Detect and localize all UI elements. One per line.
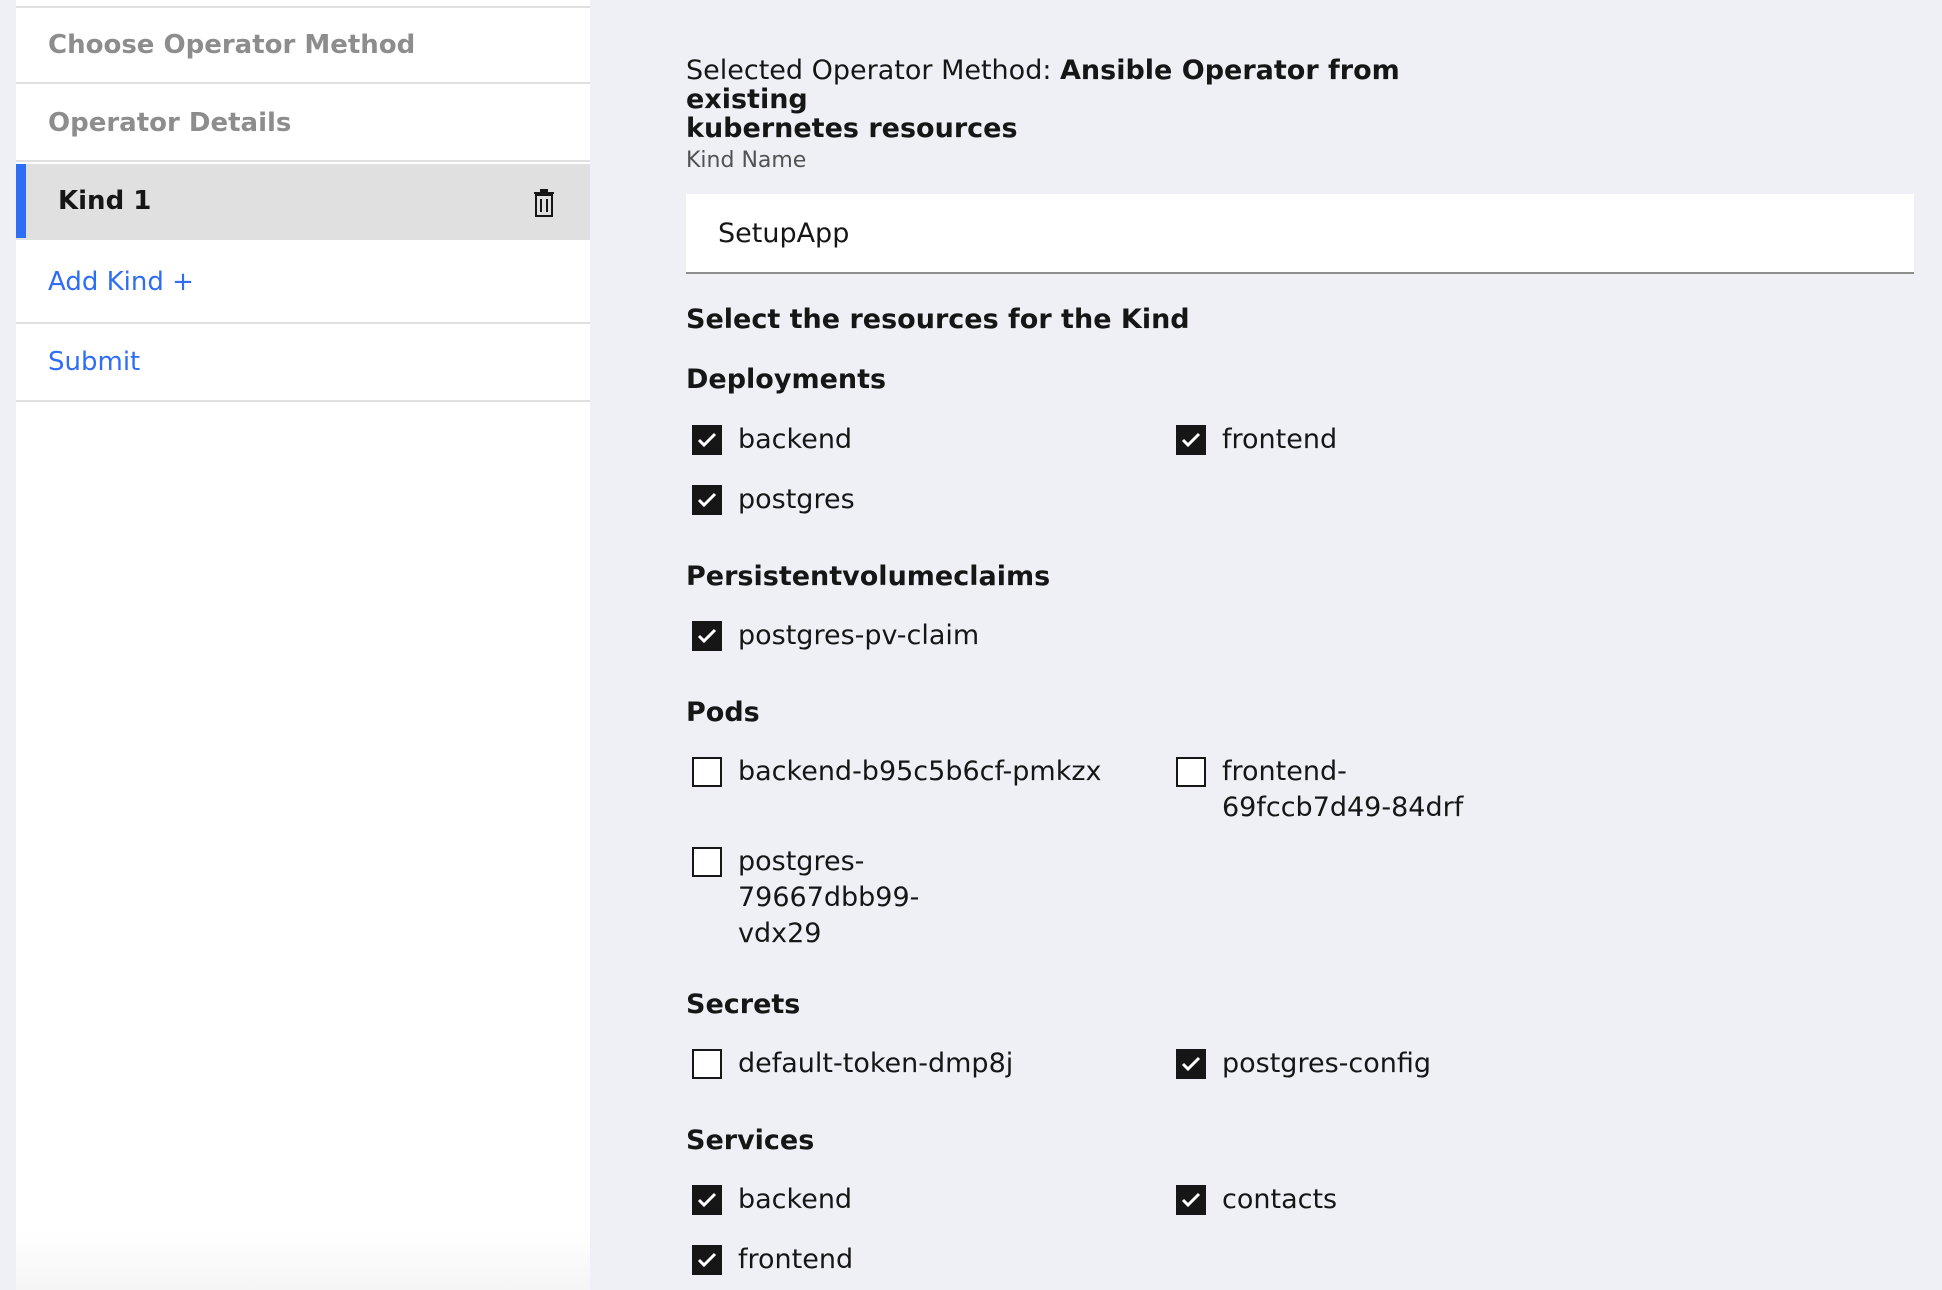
- checkbox-label: postgres-config: [1222, 1048, 1431, 1079]
- checkbox-box[interactable]: [692, 621, 722, 651]
- checkbox-box[interactable]: [692, 757, 722, 787]
- sidebar: Choose Operator Method Operator Details …: [16, 0, 590, 1290]
- checkbox-pod-frontend[interactable]: frontend- 69fccb7d49-84drf: [1170, 754, 1463, 826]
- kind-name-input[interactable]: [686, 194, 1914, 274]
- selected-operator-method: Selected Operator Method: Ansible Operat…: [686, 56, 1486, 143]
- checkbox-label: postgres: [738, 484, 855, 515]
- checkbox-deployment-backend[interactable]: backend: [686, 422, 852, 458]
- sidebar-item-label: Choose Operator Method: [48, 30, 416, 60]
- checkbox-label: frontend: [738, 1244, 854, 1275]
- checkbox-label: default-token-dmp8j: [738, 1048, 1014, 1079]
- checkbox-box[interactable]: [692, 1049, 722, 1079]
- checkbox-deployment-frontend[interactable]: frontend: [1170, 422, 1337, 458]
- checkbox-box[interactable]: [1176, 1049, 1206, 1079]
- checkbox-service-backend[interactable]: backend: [686, 1182, 852, 1218]
- submit-link[interactable]: Submit: [16, 324, 590, 402]
- checkmark-icon: [697, 628, 717, 644]
- checkmark-icon: [1181, 432, 1201, 448]
- checkbox-box[interactable]: [692, 1245, 722, 1275]
- label-line: vdx29: [738, 918, 822, 949]
- checkbox-label: postgres- 79667dbb99- vdx29: [738, 844, 919, 952]
- label-line: postgres-: [738, 846, 865, 877]
- checkbox-box[interactable]: [692, 847, 722, 877]
- sidebar-item-operator-details[interactable]: Operator Details: [16, 86, 590, 162]
- checkbox-box[interactable]: [692, 425, 722, 455]
- checkbox-label: backend: [738, 1184, 853, 1215]
- checkbox-pvc-postgres-pv-claim[interactable]: postgres-pv-claim: [686, 618, 979, 654]
- checkmark-icon: [697, 1192, 717, 1208]
- checkbox-box[interactable]: [1176, 1185, 1206, 1215]
- sidebar-item-choose-operator-method[interactable]: Choose Operator Method: [16, 8, 590, 84]
- checkbox-label: backend-b95c5b6cf-pmkzx: [738, 756, 1102, 787]
- trash-icon[interactable]: [532, 189, 556, 217]
- method-prefix: Selected Operator Method:: [686, 55, 1061, 86]
- checkbox-service-frontend[interactable]: frontend: [686, 1242, 853, 1278]
- add-kind-link[interactable]: Add Kind +: [16, 242, 590, 324]
- sidebar-item-label: Operator Details: [48, 108, 292, 138]
- kind-name-label: Kind Name: [686, 148, 807, 173]
- select-resources-heading: Select the resources for the Kind: [686, 304, 1190, 335]
- checkbox-box[interactable]: [1176, 425, 1206, 455]
- checkbox-service-contacts[interactable]: contacts: [1170, 1182, 1337, 1218]
- checkmark-icon: [697, 432, 717, 448]
- group-title-secrets: Secrets: [686, 989, 801, 1020]
- checkbox-secret-default-token[interactable]: default-token-dmp8j: [686, 1046, 1013, 1082]
- checkmark-icon: [697, 1252, 717, 1268]
- group-title-deployments: Deployments: [686, 364, 887, 395]
- sidebar-item-label: Kind 1: [58, 186, 152, 216]
- checkbox-box[interactable]: [692, 485, 722, 515]
- sidebar-item-kind-1[interactable]: Kind 1: [16, 164, 590, 240]
- add-kind-label: Add Kind +: [48, 267, 194, 297]
- group-title-services: Services: [686, 1125, 815, 1156]
- checkbox-label: frontend: [1222, 424, 1338, 455]
- checkmark-icon: [1181, 1056, 1201, 1072]
- sidebar-bottom-shade: [16, 1230, 590, 1290]
- checkbox-secret-postgres-config[interactable]: postgres-config: [1170, 1046, 1431, 1082]
- submit-label: Submit: [48, 347, 141, 377]
- checkbox-pod-backend[interactable]: backend-b95c5b6cf-pmkzx: [686, 754, 1102, 790]
- group-title-persistentvolumeclaims: Persistentvolumeclaims: [686, 561, 1051, 592]
- checkbox-deployment-postgres[interactable]: postgres: [686, 482, 855, 518]
- group-title-pods: Pods: [686, 697, 760, 728]
- checkbox-box[interactable]: [692, 1185, 722, 1215]
- checkmark-icon: [1181, 1192, 1201, 1208]
- checkbox-label: frontend- 69fccb7d49-84drf: [1222, 754, 1463, 826]
- checkbox-label: postgres-pv-claim: [738, 620, 980, 651]
- checkbox-pod-postgres[interactable]: postgres- 79667dbb99- vdx29: [686, 844, 919, 952]
- checkmark-icon: [697, 492, 717, 508]
- checkbox-box[interactable]: [1176, 757, 1206, 787]
- method-value-line2: kubernetes resources: [686, 113, 1018, 144]
- label-line: 79667dbb99-: [738, 882, 920, 913]
- checkbox-label: contacts: [1222, 1184, 1338, 1215]
- checkbox-label: backend: [738, 424, 853, 455]
- label-line: frontend-: [1222, 756, 1347, 787]
- label-line: 69fccb7d49-84drf: [1222, 792, 1464, 823]
